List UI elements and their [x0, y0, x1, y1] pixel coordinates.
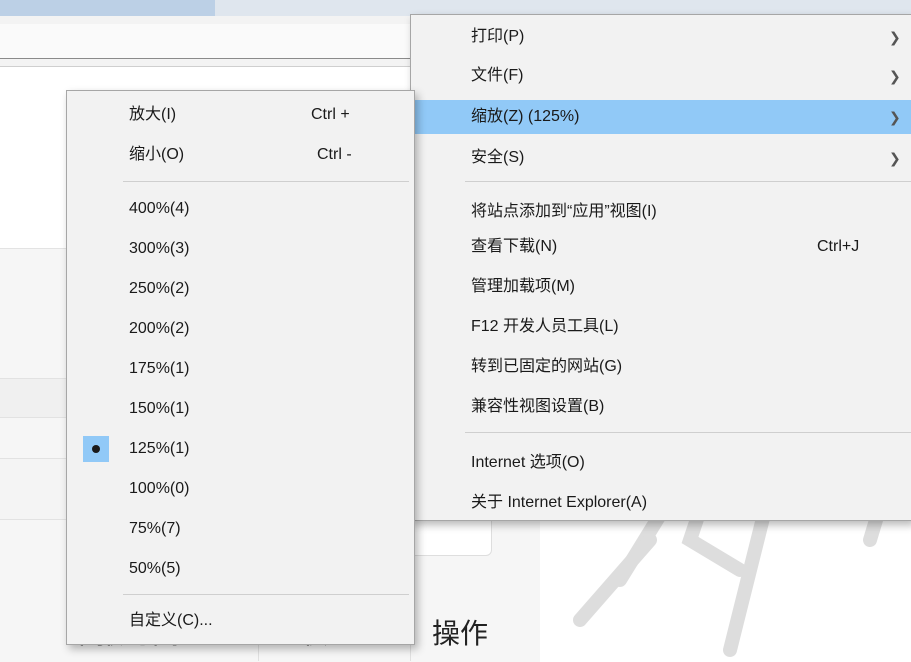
menu-item-label: 250%(2) [129, 280, 190, 297]
menu-item-zoom-150[interactable]: 150%(1) [67, 393, 414, 425]
menu-item-label: F12 开发人员工具(L) [471, 318, 619, 335]
menu-item-compat-view[interactable]: 兼容性视图设置(B) [411, 391, 911, 423]
menu-item-file[interactable]: 文件(F) ❯ [411, 60, 911, 92]
menu-item-shortcut: Ctrl + [311, 106, 350, 123]
menu-item-zoom-175[interactable]: 175%(1) [67, 353, 414, 385]
menu-item-label: 175%(1) [129, 360, 190, 377]
active-tab[interactable] [0, 0, 215, 16]
menu-item-label: 文件(F) [471, 67, 524, 84]
menu-item-shortcut: Ctrl - [317, 146, 352, 163]
menu-item-label: 300%(3) [129, 240, 190, 257]
selected-radio-indicator [83, 436, 109, 462]
menu-separator [123, 181, 409, 182]
menu-item-label: 安全(S) [471, 149, 525, 166]
menu-item-dev-tools[interactable]: F12 开发人员工具(L) [411, 311, 911, 343]
menu-item-label: 关于 Internet Explorer(A) [471, 494, 648, 511]
menu-item-zoom-200[interactable]: 200%(2) [67, 313, 414, 345]
menu-item-label: 50%(5) [129, 560, 181, 577]
menu-item-zoom-out[interactable]: 缩小(O) Ctrl - [67, 139, 414, 171]
menu-item-zoom-250[interactable]: 250%(2) [67, 273, 414, 305]
menu-item-label: 管理加载项(M) [471, 278, 575, 295]
chevron-right-icon: ❯ [889, 29, 901, 45]
menu-separator [465, 181, 911, 182]
menu-item-label: 125%(1) [129, 440, 190, 457]
menu-item-label: 自定义(C)... [129, 612, 213, 629]
menu-item-pinned-sites[interactable]: 转到已固定的网站(G) [411, 351, 911, 383]
menu-item-internet-options[interactable]: Internet 选项(O) [411, 447, 911, 479]
menu-item-label: 打印(P) [471, 28, 525, 45]
menu-item-label: 放大(I) [129, 106, 177, 123]
menu-item-label: 将站点添加到“应用”视图(I) [471, 203, 657, 220]
menu-item-zoom[interactable]: 缩放(Z) (125%) ❯ [411, 100, 911, 134]
menu-item-label: 查看下载(N) [471, 238, 558, 255]
menu-item-label: 转到已固定的网站(G) [471, 358, 623, 375]
menu-item-zoom-50[interactable]: 50%(5) [67, 553, 414, 585]
chevron-right-icon: ❯ [889, 150, 901, 166]
menu-item-add-site-to-apps[interactable]: 将站点添加到“应用”视图(I) [411, 196, 911, 228]
menu-item-label: 缩放(Z) (125%) [471, 108, 580, 125]
menu-item-zoom-125[interactable]: 125%(1) [67, 433, 414, 465]
menu-item-security[interactable]: 安全(S) ❯ [411, 142, 911, 174]
menu-item-zoom-custom[interactable]: 自定义(C)... [67, 605, 414, 637]
menu-item-label: 150%(1) [129, 400, 190, 417]
menu-separator [465, 432, 911, 433]
menu-separator [123, 594, 409, 595]
menu-item-print[interactable]: 打印(P) ❯ [411, 21, 911, 53]
menu-item-about-ie[interactable]: 关于 Internet Explorer(A) [411, 487, 911, 519]
zoom-submenu: 放大(I) Ctrl + 缩小(O) Ctrl - 400%(4) 300%(3… [66, 90, 415, 645]
menu-item-zoom-in[interactable]: 放大(I) Ctrl + [67, 99, 414, 131]
menu-item-shortcut: Ctrl+J [817, 238, 860, 255]
menu-item-view-downloads[interactable]: 查看下载(N) Ctrl+J [411, 231, 911, 263]
menu-item-zoom-75[interactable]: 75%(7) [67, 513, 414, 545]
menu-item-label: 200%(2) [129, 320, 190, 337]
menu-item-label: Internet 选项(O) [471, 454, 585, 471]
menu-item-label: 缩小(O) [129, 146, 185, 163]
table-header-action: 操作 [432, 618, 489, 649]
menu-item-zoom-300[interactable]: 300%(3) [67, 233, 414, 265]
radio-dot-icon [92, 445, 100, 453]
tools-menu: 打印(P) ❯ 文件(F) ❯ 缩放(Z) (125%) ❯ 安全(S) ❯ 将… [410, 14, 911, 521]
chevron-right-icon: ❯ [889, 68, 901, 84]
menu-item-label: 75%(7) [129, 520, 181, 537]
menu-item-zoom-100[interactable]: 100%(0) [67, 473, 414, 505]
chevron-right-icon: ❯ [889, 109, 901, 125]
menu-item-label: 400%(4) [129, 200, 190, 217]
menu-item-zoom-400[interactable]: 400%(4) [67, 193, 414, 225]
menu-item-label: 100%(0) [129, 480, 190, 497]
menu-item-manage-addons[interactable]: 管理加载项(M) [411, 271, 911, 303]
menu-item-label: 兼容性视图设置(B) [471, 398, 605, 415]
